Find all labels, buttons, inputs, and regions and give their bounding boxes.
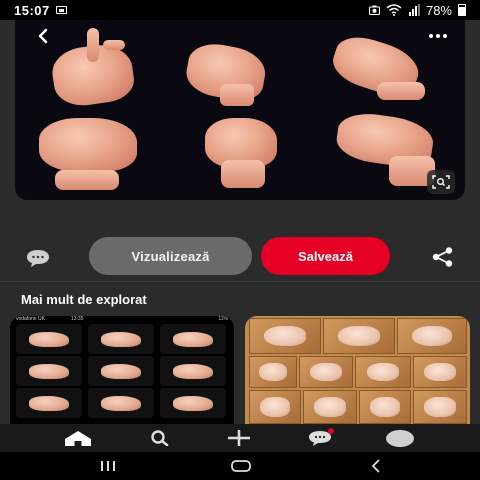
comment-icon: [27, 250, 49, 267]
hand-thumbnail: [413, 356, 467, 388]
hand-thumbnail: [355, 356, 411, 388]
hand-finger: [103, 40, 125, 50]
recent-apps-icon: [101, 461, 115, 471]
back-arrow-icon: [38, 28, 48, 44]
hand-finger: [55, 170, 119, 190]
pin-image[interactable]: [15, 20, 465, 200]
hand-thumbnail: [397, 318, 467, 354]
status-bar: 15:07 78%: [0, 0, 480, 20]
camera-icon: [368, 5, 380, 15]
hand-finger: [87, 28, 99, 62]
home-system-button[interactable]: [221, 452, 261, 480]
image-icon: [55, 6, 67, 14]
hand-thumbnail: [249, 356, 297, 388]
hand-thumbnail: [303, 390, 357, 424]
card-time: 13:35: [70, 316, 84, 322]
nav-create[interactable]: [219, 424, 259, 452]
hand-thumbnail: [160, 324, 226, 354]
more-options-button[interactable]: [423, 26, 453, 46]
hand-finger: [221, 160, 265, 188]
pin-detail-screen: 15:07 78% Vizualizează Salvează Mai mult…: [0, 0, 480, 480]
save-button[interactable]: Salvează: [261, 237, 390, 275]
hand-thumbnail: [88, 388, 154, 418]
bottom-navigation: [0, 424, 480, 452]
hand-thumbnail: [160, 356, 226, 386]
more-options-icon: [429, 34, 433, 38]
explore-pin-card[interactable]: [245, 316, 470, 424]
hand-thumbnail: [16, 356, 82, 386]
hand-thumbnail: [323, 318, 395, 354]
back-system-button[interactable]: [356, 452, 396, 480]
nav-messages[interactable]: [300, 424, 340, 452]
card-carrier: vodafone UK: [16, 316, 45, 322]
nav-search[interactable]: [139, 424, 179, 452]
hand-thumbnail: [413, 390, 467, 424]
hand-finger: [220, 84, 254, 106]
explore-pin-card[interactable]: vodafone UK 13:35 11%: [10, 316, 234, 424]
hand-thumbnail: [88, 324, 154, 354]
visual-search-icon: [432, 175, 450, 189]
hand-thumbnail: [299, 356, 353, 388]
more-options-icon: [436, 34, 440, 38]
pin-action-bar: Vizualizează Salvează: [0, 200, 480, 282]
more-options-icon: [443, 34, 447, 38]
hand-thumbnail: [359, 390, 411, 424]
battery-icon: [458, 4, 466, 16]
card-battery: 11%: [218, 316, 228, 322]
back-icon: [371, 459, 380, 473]
hand-finger: [377, 82, 425, 100]
system-navigation-bar: [0, 452, 480, 480]
home-button-icon: [231, 460, 251, 472]
hand-pose-image: [39, 118, 137, 172]
hand-thumbnail: [249, 318, 321, 354]
hand-thumbnail: [88, 356, 154, 386]
notification-badge: [328, 428, 334, 434]
status-time: 15:07: [14, 2, 50, 18]
profile-avatar: [386, 429, 414, 447]
hand-thumbnail: [160, 388, 226, 418]
battery-percent: 78%: [425, 2, 452, 18]
signal-icon: [408, 4, 420, 16]
visual-search-button[interactable]: [427, 170, 455, 194]
create-icon: [228, 430, 250, 446]
back-button[interactable]: [29, 22, 57, 50]
home-icon: [65, 431, 91, 446]
recent-apps-button[interactable]: [88, 452, 128, 480]
search-icon: [151, 430, 169, 446]
hand-thumbnail: [16, 324, 82, 354]
explore-section-title: Mai mult de explorat: [21, 292, 147, 307]
nav-profile[interactable]: [380, 424, 420, 452]
share-icon: [432, 247, 453, 267]
card-status-bar: vodafone UK 13:35 11%: [10, 316, 234, 323]
nav-home[interactable]: [58, 424, 98, 452]
comment-button[interactable]: [24, 248, 52, 268]
share-button[interactable]: [430, 246, 456, 268]
hand-thumbnail: [249, 390, 301, 424]
wifi-icon: [386, 4, 402, 16]
hand-thumbnail: [16, 388, 82, 418]
view-button[interactable]: Vizualizează: [89, 237, 252, 275]
explore-grid: vodafone UK 13:35 11%: [10, 316, 470, 424]
